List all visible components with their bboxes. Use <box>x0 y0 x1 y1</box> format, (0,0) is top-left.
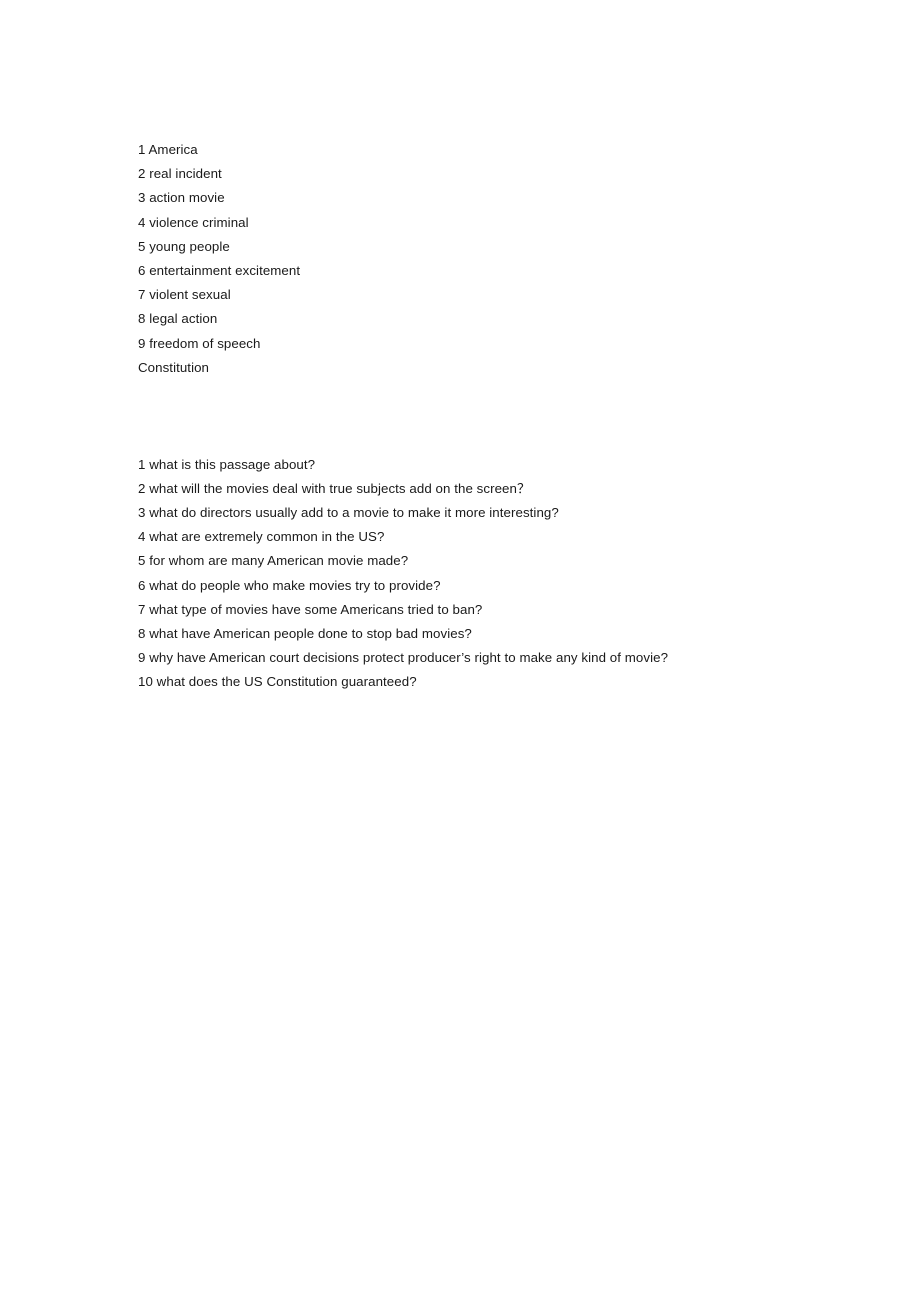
question-line: 4 what are extremely common in the US? <box>138 529 385 545</box>
questions-section: 1 what is this passage about? 2 what wil… <box>138 453 850 695</box>
document-text-body: 1 America 2 real incident 3 action movie… <box>138 138 850 695</box>
answer-line: 3 action movie <box>138 190 225 206</box>
answer-line: 7 violent sexual <box>138 287 231 303</box>
answer-line: 9 freedom of speech <box>138 335 261 351</box>
question-line: 10 what does the US Constitution guarant… <box>138 674 417 690</box>
answers-section: 1 America 2 real incident 3 action movie… <box>138 138 850 380</box>
question-line: 8 what have American people done to stop… <box>138 626 472 642</box>
answer-line: 6 entertainment excitement <box>138 263 301 279</box>
answer-line: 8 legal action <box>138 311 218 327</box>
question-line: 5 for whom are many American movie made? <box>138 553 409 569</box>
answer-line: 5 young people <box>138 238 230 254</box>
answer-line: 4 violence criminal <box>138 214 249 230</box>
section-spacer-line <box>138 404 850 428</box>
question-line: 3 what do directors usually add to a mov… <box>138 505 559 520</box>
question-line: 7 what type of movies have some American… <box>138 601 483 617</box>
question-line: 9 why have American court decisions prot… <box>138 650 669 666</box>
question-line: 2 what will the movies deal with true su… <box>138 480 531 496</box>
question-line: 1 what is this passage about? <box>138 456 316 472</box>
answer-line: Constitution <box>138 359 210 375</box>
section-spacer-line <box>138 380 850 404</box>
answer-line: 1 America <box>138 142 198 157</box>
section-spacer-line <box>138 428 850 452</box>
answer-line: 2 real incident <box>138 166 222 182</box>
question-line: 6 what do people who make movies try to … <box>138 577 441 593</box>
document-page: 1 America 2 real incident 3 action movie… <box>0 0 920 1302</box>
